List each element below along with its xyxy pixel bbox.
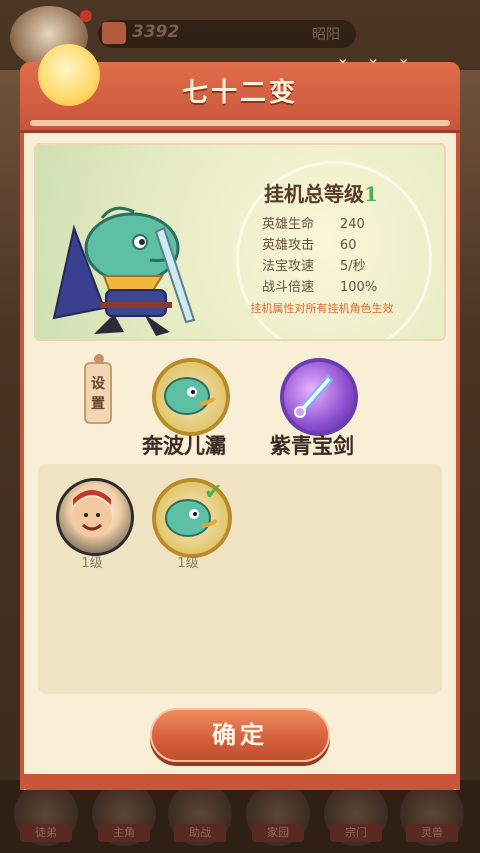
fish-warrior-hero-icon [52, 206, 196, 336]
modal-footer [20, 774, 460, 790]
roster-member-level: 1级 [177, 556, 199, 571]
gold-icon [102, 22, 126, 44]
selected-check-icon: ✔ [204, 480, 223, 505]
stat-value: 60 [340, 238, 357, 253]
afk-total-level: 挂机总等级1 [226, 178, 416, 207]
selected-weapon-name: 紫青宝剑 [270, 433, 354, 458]
settings-tag-button[interactable]: 设置 [84, 354, 112, 424]
stat-label: 英雄生命 [262, 217, 315, 232]
notification-dot [80, 10, 92, 22]
nav-label-home[interactable]: 家园 [252, 824, 304, 842]
header-trim [30, 120, 450, 126]
resource-value: 3392 [132, 22, 180, 42]
stat-row: 英雄攻击 60 [262, 234, 422, 253]
stat-value: 100% [340, 280, 378, 295]
selected-role-name: 奔波儿灞 [142, 433, 226, 458]
sun-decoration-icon [38, 44, 100, 106]
selected-weapon-icon[interactable] [280, 358, 358, 436]
stat-label: 英雄攻击 [262, 238, 315, 253]
stats-note: 挂机属性对所有挂机角色生效 [250, 302, 394, 315]
roster-member-tangseng-portrait[interactable] [56, 478, 134, 556]
afk-level-heading: 挂机总等级 [264, 182, 365, 206]
player-name: 昭阳 [312, 27, 340, 43]
birds-decoration-icon: ⌄ ⌄ ⌄ [336, 48, 417, 67]
monk-portrait-icon [72, 490, 112, 537]
stat-row: 战斗倍速 100% [262, 276, 422, 295]
nav-label-beast[interactable]: 灵兽 [406, 824, 458, 842]
nav-label-assist[interactable]: 助战 [174, 824, 226, 842]
stat-value: 5/秒 [340, 259, 366, 274]
stat-row: 英雄生命 240 [262, 213, 422, 232]
purple-sword-icon [294, 374, 334, 418]
fish-hero-portrait-icon [164, 377, 216, 415]
confirm-button[interactable]: 确定 [150, 708, 330, 762]
stat-label: 战斗倍速 [262, 280, 315, 295]
stat-value: 240 [340, 217, 365, 232]
stat-label: 法宝攻速 [262, 259, 315, 274]
roster-member-level: 1级 [81, 556, 103, 571]
nav-label-hero[interactable]: 主角 [98, 824, 150, 842]
nav-label-disciple[interactable]: 徒弟 [20, 824, 72, 842]
afk-level-value: 1 [364, 182, 378, 206]
nav-label-sect[interactable]: 宗门 [330, 824, 382, 842]
stat-row: 法宝攻速 5/秒 [262, 255, 422, 274]
selected-role-portrait[interactable] [152, 358, 230, 436]
